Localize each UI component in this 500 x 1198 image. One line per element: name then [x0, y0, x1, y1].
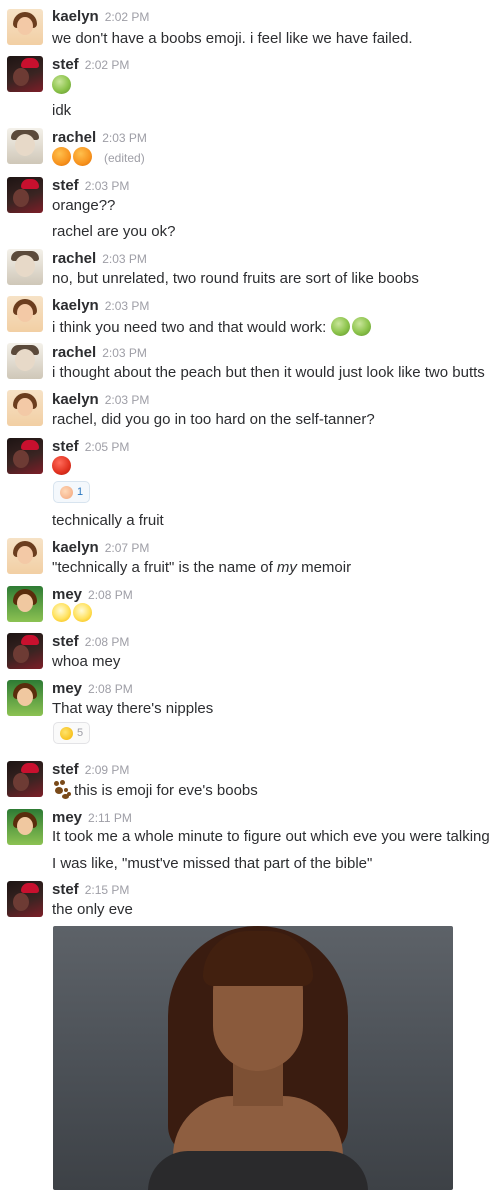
avatar-stef[interactable]	[7, 881, 43, 917]
avatar-stef[interactable]	[7, 633, 43, 669]
peach-icon	[60, 485, 73, 499]
message-author[interactable]: mey 2:08 PM	[52, 680, 133, 697]
message-emoji	[52, 456, 73, 475]
message-timestamp[interactable]: 2:08 PM	[85, 635, 130, 649]
message-text: orange??	[52, 197, 116, 214]
message-emoji	[52, 75, 73, 94]
message-emoji: (edited)	[52, 147, 145, 166]
avatar-mey[interactable]	[7, 809, 43, 845]
avatar-rachel[interactable]	[7, 249, 43, 285]
avatar-rachel[interactable]	[7, 343, 43, 379]
message-timestamp[interactable]: 2:03 PM	[105, 393, 150, 407]
message-text: technically a fruit	[52, 512, 164, 529]
message-timestamp[interactable]: 2:08 PM	[88, 588, 133, 602]
avatar-stef[interactable]	[7, 56, 43, 92]
avatar-stef[interactable]	[7, 761, 43, 797]
message-timestamp[interactable]: 2:09 PM	[85, 763, 130, 777]
orange-icon	[52, 147, 71, 166]
message-timestamp[interactable]: 2:05 PM	[85, 440, 130, 454]
tomato-icon	[52, 456, 71, 475]
message-author[interactable]: rachel 2:03 PM	[52, 250, 147, 267]
message-timestamp[interactable]: 2:03 PM	[85, 179, 130, 193]
message-author[interactable]: stef 2:15 PM	[52, 881, 129, 898]
paw-prints-icon	[52, 780, 72, 799]
message-text: i think you need two and that would work…	[52, 317, 373, 336]
attached-photo[interactable]	[53, 926, 453, 1190]
message-text: I was like, "must've missed that part of…	[52, 855, 373, 872]
avatar-kaelyn[interactable]	[7, 9, 43, 45]
message-timestamp[interactable]: 2:07 PM	[105, 541, 150, 555]
avatar-mey[interactable]	[7, 586, 43, 622]
message-text: i thought about the peach but then it wo…	[52, 364, 485, 381]
message-timestamp[interactable]: 2:03 PM	[102, 131, 147, 145]
message-author[interactable]: stef 2:05 PM	[52, 438, 129, 455]
message-author[interactable]: mey 2:11 PM	[52, 809, 132, 826]
message-author[interactable]: mey 2:08 PM	[52, 586, 133, 603]
message-author[interactable]: kaelyn 2:03 PM	[52, 297, 149, 314]
message-timestamp[interactable]: 2:08 PM	[88, 682, 133, 696]
message-author[interactable]: kaelyn 2:07 PM	[52, 539, 149, 556]
message-timestamp[interactable]: 2:02 PM	[105, 10, 150, 24]
avatar-stef[interactable]	[7, 177, 43, 213]
message-timestamp[interactable]: 2:03 PM	[105, 299, 150, 313]
avatar-kaelyn[interactable]	[7, 538, 43, 574]
reaction-laughing[interactable]: 5	[53, 722, 91, 744]
avatar-stef[interactable]	[7, 438, 43, 474]
message-text: rachel, did you go in too hard on the se…	[52, 411, 375, 428]
message-emoji	[52, 603, 94, 622]
avatar-mey[interactable]	[7, 680, 43, 716]
melon-icon	[52, 75, 71, 94]
message-timestamp[interactable]: 2:11 PM	[88, 811, 132, 825]
message-text: rachel are you ok?	[52, 223, 176, 240]
shine-icon	[73, 603, 92, 622]
message-text: the only eve	[52, 901, 133, 918]
message-timestamp[interactable]: 2:03 PM	[102, 252, 147, 266]
shine-icon	[52, 603, 71, 622]
edited-label: (edited)	[104, 151, 145, 165]
message-text: It took me a whole minute to figure out …	[52, 828, 490, 845]
message-timestamp[interactable]: 2:15 PM	[85, 883, 130, 897]
message-text: we don't have a boobs emoji. i feel like…	[52, 30, 413, 47]
message-author[interactable]: kaelyn 2:03 PM	[52, 391, 149, 408]
message-author[interactable]: stef 2:02 PM	[52, 56, 129, 73]
message-text: "technically a fruit" is the name of my …	[52, 559, 352, 576]
message-text: this is emoji for eve's boobs	[52, 780, 258, 799]
avatar-kaelyn[interactable]	[7, 390, 43, 426]
avatar-rachel[interactable]	[7, 128, 43, 164]
orange-icon	[73, 147, 92, 166]
message-text: idk	[52, 102, 72, 119]
message-text: whoa mey	[52, 653, 121, 670]
message-timestamp[interactable]: 2:03 PM	[102, 346, 147, 360]
laughing-icon	[60, 726, 73, 740]
message-author[interactable]: stef 2:09 PM	[52, 761, 129, 778]
message-author[interactable]: stef 2:08 PM	[52, 633, 129, 650]
message-author[interactable]: rachel 2:03 PM	[52, 344, 147, 361]
melon-icon	[351, 317, 371, 336]
message-timestamp[interactable]: 2:02 PM	[85, 58, 130, 72]
message-author[interactable]: stef 2:03 PM	[52, 177, 129, 194]
avatar-kaelyn[interactable]	[7, 296, 43, 332]
message-text: That way there's nipples	[52, 700, 214, 717]
message-author[interactable]: rachel 2:03 PM	[52, 129, 147, 146]
message-author[interactable]: kaelyn 2:02 PM	[52, 8, 149, 25]
melon-icon	[330, 317, 350, 336]
message-text: no, but unrelated, two round fruits are …	[52, 270, 419, 287]
reaction-peach[interactable]: 1	[53, 481, 91, 503]
